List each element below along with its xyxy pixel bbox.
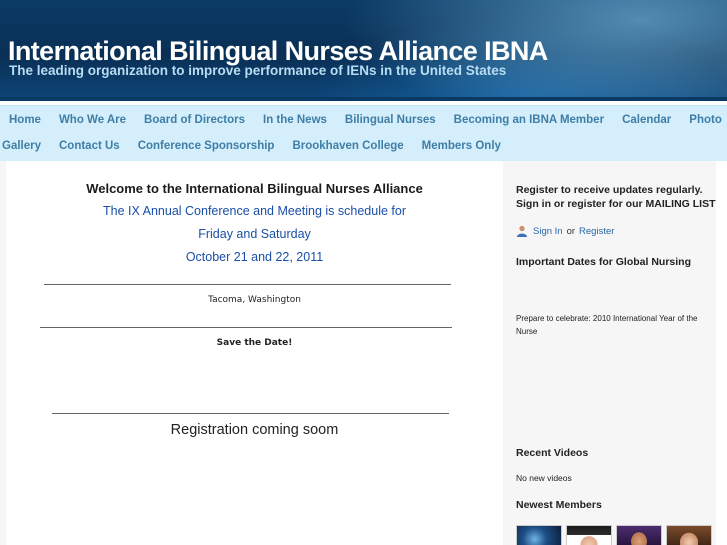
nav-conference-sponsorship[interactable]: Conference Sponsorship <box>129 134 284 160</box>
nav-members-only[interactable]: Members Only <box>413 134 510 160</box>
divider <box>40 327 452 328</box>
mailing-list-prompt: Register to receive updates regularly. S… <box>516 184 716 210</box>
conference-days: Friday and Saturday <box>198 227 311 241</box>
important-dates-heading: Important Dates for Global Nursing <box>516 256 692 268</box>
nav-brookhaven-college[interactable]: Brookhaven College <box>283 134 412 160</box>
nav-calendar[interactable]: Calendar <box>613 108 680 134</box>
nav-home[interactable]: Home <box>0 108 50 134</box>
main-navigation: Home Who We Are Board of Directors In th… <box>0 105 727 161</box>
member-thumbnails <box>516 525 712 545</box>
member-avatar[interactable] <box>566 525 612 545</box>
site-header: International Bilingual Nurses Alliance … <box>0 0 727 101</box>
nav-becoming-member[interactable]: Becoming an IBNA Member <box>445 108 613 134</box>
welcome-heading: Welcome to the International Bilingual N… <box>86 181 423 196</box>
celebrate-note: Prepare to celebrate: 2010 International… <box>516 314 698 336</box>
newest-members-heading: Newest Members <box>516 499 602 511</box>
sidebar: Register to receive updates regularly. S… <box>508 161 716 545</box>
member-avatar[interactable] <box>616 525 662 545</box>
or-text: or <box>566 225 576 237</box>
divider <box>52 413 449 414</box>
nav-photo-gallery-cont[interactable]: Gallery <box>0 134 50 160</box>
conference-dates: October 21 and 22, 2011 <box>185 250 324 264</box>
nav-who-we-are[interactable]: Who We Are <box>50 108 135 134</box>
user-icon <box>516 225 528 237</box>
conference-location: Tacoma, Washington <box>208 295 301 305</box>
page-edge <box>716 161 727 545</box>
sign-in-link[interactable]: Sign In <box>533 226 563 237</box>
register-link[interactable]: Register <box>579 226 614 237</box>
content-area: Welcome to the International Bilingual N… <box>0 161 727 545</box>
nav-in-the-news[interactable]: In the News <box>254 108 336 134</box>
nav-row-1: Home Who We Are Board of Directors In th… <box>0 108 727 134</box>
save-the-date: Save the Date! <box>216 338 293 348</box>
nav-photo-gallery[interactable]: Photo <box>680 108 727 134</box>
site-tagline: The leading organization to improve perf… <box>9 63 507 78</box>
registration-notice: Registration coming soom <box>170 422 339 438</box>
member-avatar[interactable] <box>666 525 712 545</box>
main-content: Welcome to the International Bilingual N… <box>6 161 503 545</box>
nav-row-2: Gallery Contact Us Conference Sponsorshi… <box>0 134 510 160</box>
no-videos-text: No new videos <box>516 473 572 483</box>
nav-bilingual-nurses[interactable]: Bilingual Nurses <box>336 108 445 134</box>
conference-announcement: The IX Annual Conference and Meeting is … <box>103 204 406 218</box>
member-avatar[interactable] <box>516 525 562 545</box>
nav-board-of-directors[interactable]: Board of Directors <box>135 108 254 134</box>
nav-contact-us[interactable]: Contact Us <box>50 134 129 160</box>
divider <box>44 284 451 285</box>
sign-in-row: Sign In or Register <box>516 225 614 237</box>
recent-videos-heading: Recent Videos <box>516 447 589 459</box>
